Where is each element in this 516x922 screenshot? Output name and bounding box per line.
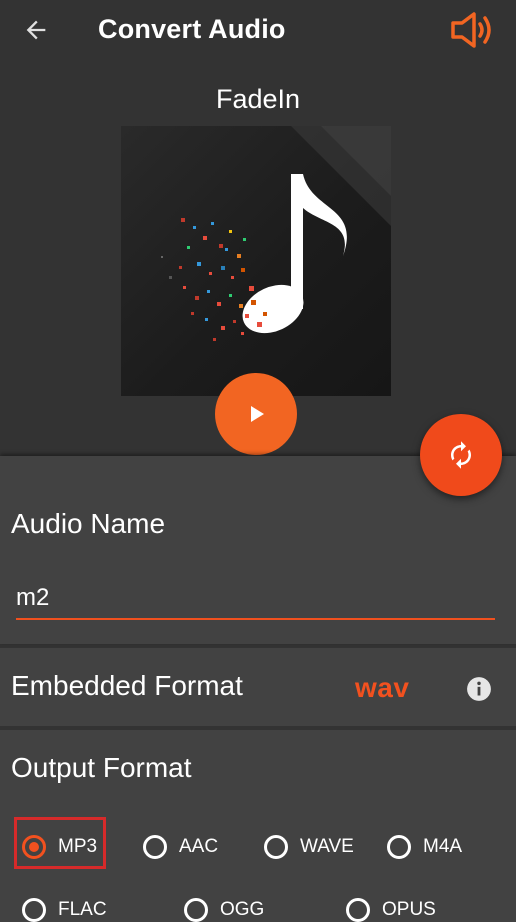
radio-label: MP3 [58, 836, 98, 857]
radio-label: M4A [423, 836, 463, 857]
embedded-format-label: Embedded Format [11, 670, 243, 701]
radio-label: OGG [220, 899, 265, 920]
convert-button[interactable] [420, 414, 502, 496]
arrow-left-icon [26, 20, 46, 40]
radio-label: WAVE [300, 836, 354, 857]
embedded-format-section: Embedded Format wav [0, 648, 516, 726]
speaker-button[interactable] [448, 8, 496, 52]
radio-mp3[interactable]: MP3 [22, 827, 97, 867]
info-icon [467, 677, 491, 701]
speaker-icon [451, 12, 491, 48]
play-button[interactable] [215, 373, 297, 455]
radio-button[interactable] [346, 898, 370, 922]
embedded-format-value: wav [355, 672, 410, 703]
radio-aac[interactable]: AAC [143, 827, 218, 867]
convert-audio-screen: Convert Audio FadeIn Audio Name m2 Embed… [0, 0, 516, 922]
radio-button[interactable] [143, 835, 167, 859]
track-header: FadeIn [0, 62, 516, 455]
radio-ogg[interactable]: OGG [184, 890, 264, 922]
refresh-icon [451, 441, 471, 469]
radio-label: AAC [179, 836, 219, 857]
radio-flac[interactable]: FLAC [22, 890, 107, 922]
output-format-label: Output Format [11, 752, 192, 783]
track-name: FadeIn [215, 84, 301, 114]
audio-name-input[interactable] [16, 578, 495, 620]
music-note-art [161, 126, 391, 341]
radio-wave[interactable]: WAVE [264, 827, 354, 867]
play-icon [251, 406, 264, 422]
output-format-section: Output Format MP3 AAC WAVE M4A FLAC OGG [0, 730, 516, 922]
radio-label: OPUS [382, 899, 436, 920]
radio-m4a[interactable]: M4A [387, 827, 462, 867]
radio-label: FLAC [58, 899, 107, 920]
audio-name-label: Audio Name [11, 508, 166, 539]
app-bar: Convert Audio [0, 0, 516, 62]
back-button[interactable] [16, 10, 56, 50]
info-button[interactable] [466, 676, 492, 702]
radio-button[interactable] [387, 835, 411, 859]
page-title: Convert Audio [98, 14, 286, 44]
radio-button[interactable] [184, 898, 208, 922]
album-art [121, 126, 391, 396]
radio-opus[interactable]: OPUS [346, 890, 436, 922]
radio-button[interactable] [22, 898, 46, 922]
radio-button-checked[interactable] [22, 835, 46, 859]
radio-button[interactable] [264, 835, 288, 859]
